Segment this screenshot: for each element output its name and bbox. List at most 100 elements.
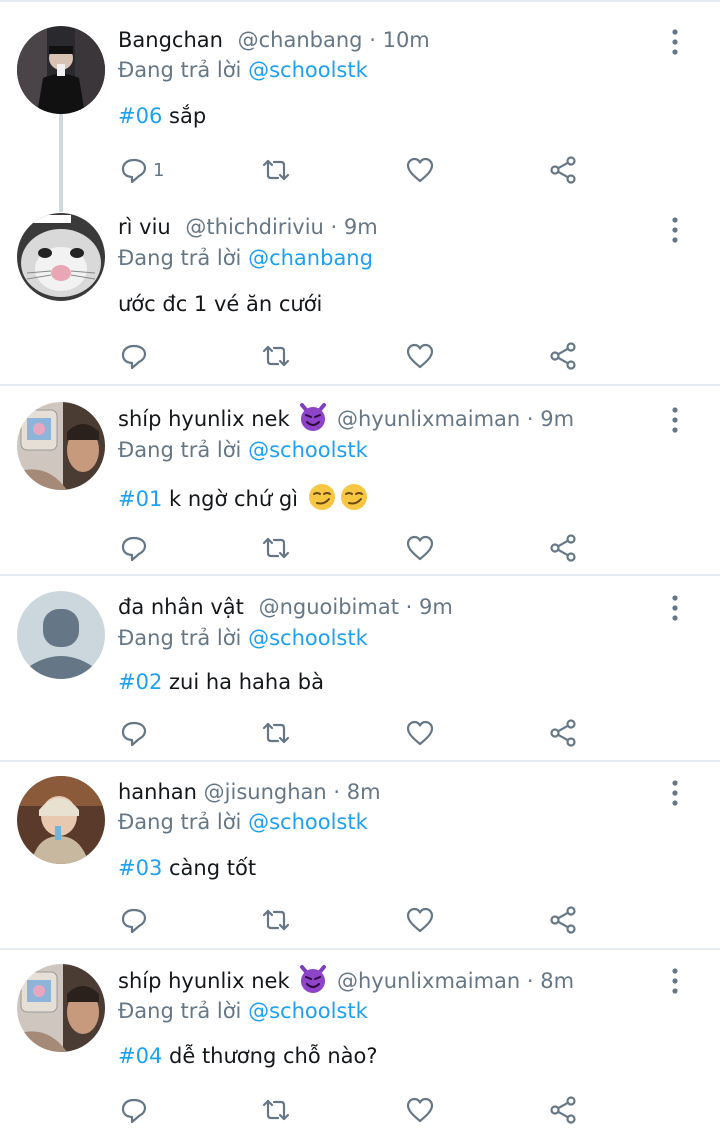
tweet-header: shíp hyunlix nek @hyunlixmaiman · 8m	[118, 964, 574, 996]
avatar[interactable]	[17, 26, 105, 114]
reply-button[interactable]: 1	[119, 154, 164, 186]
heart-icon	[406, 720, 434, 746]
mention-link[interactable]: @schoolstk	[248, 626, 368, 650]
replying-to-label: Đang trả lời	[118, 246, 242, 270]
display-name[interactable]: hanhan	[118, 780, 197, 804]
like-button[interactable]	[405, 1094, 435, 1126]
mention-link[interactable]: @schoolstk	[248, 438, 368, 462]
more-options-button[interactable]	[664, 779, 686, 807]
retweet-button[interactable]	[261, 154, 291, 186]
more-options-button[interactable]	[664, 406, 686, 434]
hashtag-link[interactable]: #04	[118, 1044, 162, 1068]
timestamp[interactable]: 9m	[419, 595, 453, 619]
share-button[interactable]	[548, 717, 578, 749]
like-button[interactable]	[405, 717, 435, 749]
tweet-text-body: zui ha haha bà	[169, 670, 324, 694]
mention-link[interactable]: @schoolstk	[248, 999, 368, 1023]
more-options-button[interactable]	[664, 594, 686, 622]
tweet[interactable]: hanhan @jisunghan · 8m Đang trả lời @sch…	[0, 762, 720, 950]
mention-link[interactable]: @schoolstk	[248, 58, 368, 82]
tweet[interactable]: đa nhân vật @nguoibimat · 9m Đang trả lờ…	[0, 576, 720, 762]
replying-to: Đang trả lời @schoolstk	[118, 58, 368, 82]
tweet[interactable]: rì viu @thichdiriviu · 9m Đang trả lời @…	[0, 190, 720, 386]
like-button[interactable]	[405, 340, 435, 372]
avatar[interactable]	[17, 402, 105, 490]
retweet-button[interactable]	[261, 340, 291, 372]
username[interactable]: @hyunlixmaiman	[337, 969, 520, 993]
display-name[interactable]: Bangchan	[118, 28, 223, 52]
mention-link[interactable]: @chanbang	[248, 246, 373, 270]
more-vertical-icon	[672, 968, 678, 994]
like-button[interactable]	[405, 532, 435, 564]
hashtag-link[interactable]: #02	[118, 670, 162, 694]
more-options-button[interactable]	[664, 28, 686, 56]
avatar[interactable]	[17, 964, 105, 1052]
timestamp[interactable]: 10m	[383, 28, 430, 52]
reply-button[interactable]	[119, 1094, 149, 1126]
hashtag-link[interactable]: #03	[118, 856, 162, 880]
retweet-button[interactable]	[261, 532, 291, 564]
retweet-button[interactable]	[261, 904, 291, 936]
tweet[interactable]: shíp hyunlix nek @hyunlixmaiman · 9m Đan…	[0, 386, 720, 576]
username[interactable]: @thichdiriviu	[185, 215, 323, 239]
reply-button[interactable]	[119, 532, 149, 564]
heart-icon	[406, 343, 434, 369]
replying-to-label: Đang trả lời	[118, 626, 242, 650]
share-icon	[550, 156, 576, 184]
hashtag-link[interactable]: #06	[118, 104, 162, 128]
like-button[interactable]	[405, 904, 435, 936]
more-vertical-icon	[672, 407, 678, 433]
more-options-button[interactable]	[664, 216, 686, 244]
display-name[interactable]: rì viu	[118, 215, 171, 239]
reply-button[interactable]	[119, 717, 149, 749]
replying-to-label: Đang trả lời	[118, 810, 242, 834]
avatar[interactable]	[17, 213, 105, 301]
separator: ·	[333, 780, 341, 804]
mention-link[interactable]: @schoolstk	[248, 810, 368, 834]
username[interactable]: @nguoibimat	[259, 595, 399, 619]
timestamp[interactable]: 9m	[344, 215, 378, 239]
timestamp[interactable]: 9m	[540, 407, 574, 431]
hashtag-link[interactable]: #01	[118, 487, 162, 511]
like-button[interactable]	[405, 154, 435, 186]
username[interactable]: @chanbang	[238, 28, 363, 52]
display-name[interactable]: shíp hyunlix nek	[118, 969, 290, 993]
username[interactable]: @hyunlixmaiman	[337, 407, 520, 431]
heart-icon	[406, 157, 434, 183]
tweet-text: #02 zui ha haha bà	[118, 670, 324, 694]
display-name[interactable]: đa nhân vật	[118, 595, 244, 619]
replying-to: Đang trả lời @schoolstk	[118, 810, 368, 834]
replying-to: Đang trả lời @schoolstk	[118, 438, 368, 462]
avatar[interactable]	[17, 591, 105, 679]
reply-button[interactable]	[119, 340, 149, 372]
heart-icon	[406, 535, 434, 561]
timestamp[interactable]: 8m	[347, 780, 381, 804]
tweet[interactable]: Bangchan @chanbang · 10m Đang trả lời @s…	[0, 0, 720, 212]
avatar[interactable]	[17, 776, 105, 864]
heart-icon	[406, 1097, 434, 1123]
retweet-icon	[262, 159, 290, 181]
replying-to: Đang trả lời @schoolstk	[118, 999, 368, 1023]
reply-button[interactable]	[119, 904, 149, 936]
tweet-text-body: k ngờ chứ gì	[169, 487, 299, 511]
share-button[interactable]	[548, 904, 578, 936]
retweet-button[interactable]	[261, 717, 291, 749]
tweet-text: #04 dễ thương chỗ nào?	[118, 1044, 378, 1068]
reply-icon	[121, 908, 147, 934]
display-name[interactable]: shíp hyunlix nek	[118, 407, 290, 431]
smiling-imp-emoji	[298, 402, 328, 432]
more-options-button[interactable]	[664, 967, 686, 995]
avatar-photo	[17, 213, 105, 301]
username[interactable]: @jisunghan	[204, 780, 327, 804]
share-button[interactable]	[548, 340, 578, 372]
share-button[interactable]	[548, 154, 578, 186]
heart-icon	[406, 907, 434, 933]
tweet[interactable]: shíp hyunlix nek @hyunlixmaiman · 8m Đan…	[0, 950, 720, 1135]
timestamp[interactable]: 8m	[540, 969, 574, 993]
retweet-button[interactable]	[261, 1094, 291, 1126]
tweet-header: Bangchan @chanbang · 10m	[118, 24, 430, 56]
smirking-face-emoji	[339, 482, 369, 512]
more-vertical-icon	[672, 780, 678, 806]
share-button[interactable]	[548, 1094, 578, 1126]
share-button[interactable]	[548, 532, 578, 564]
